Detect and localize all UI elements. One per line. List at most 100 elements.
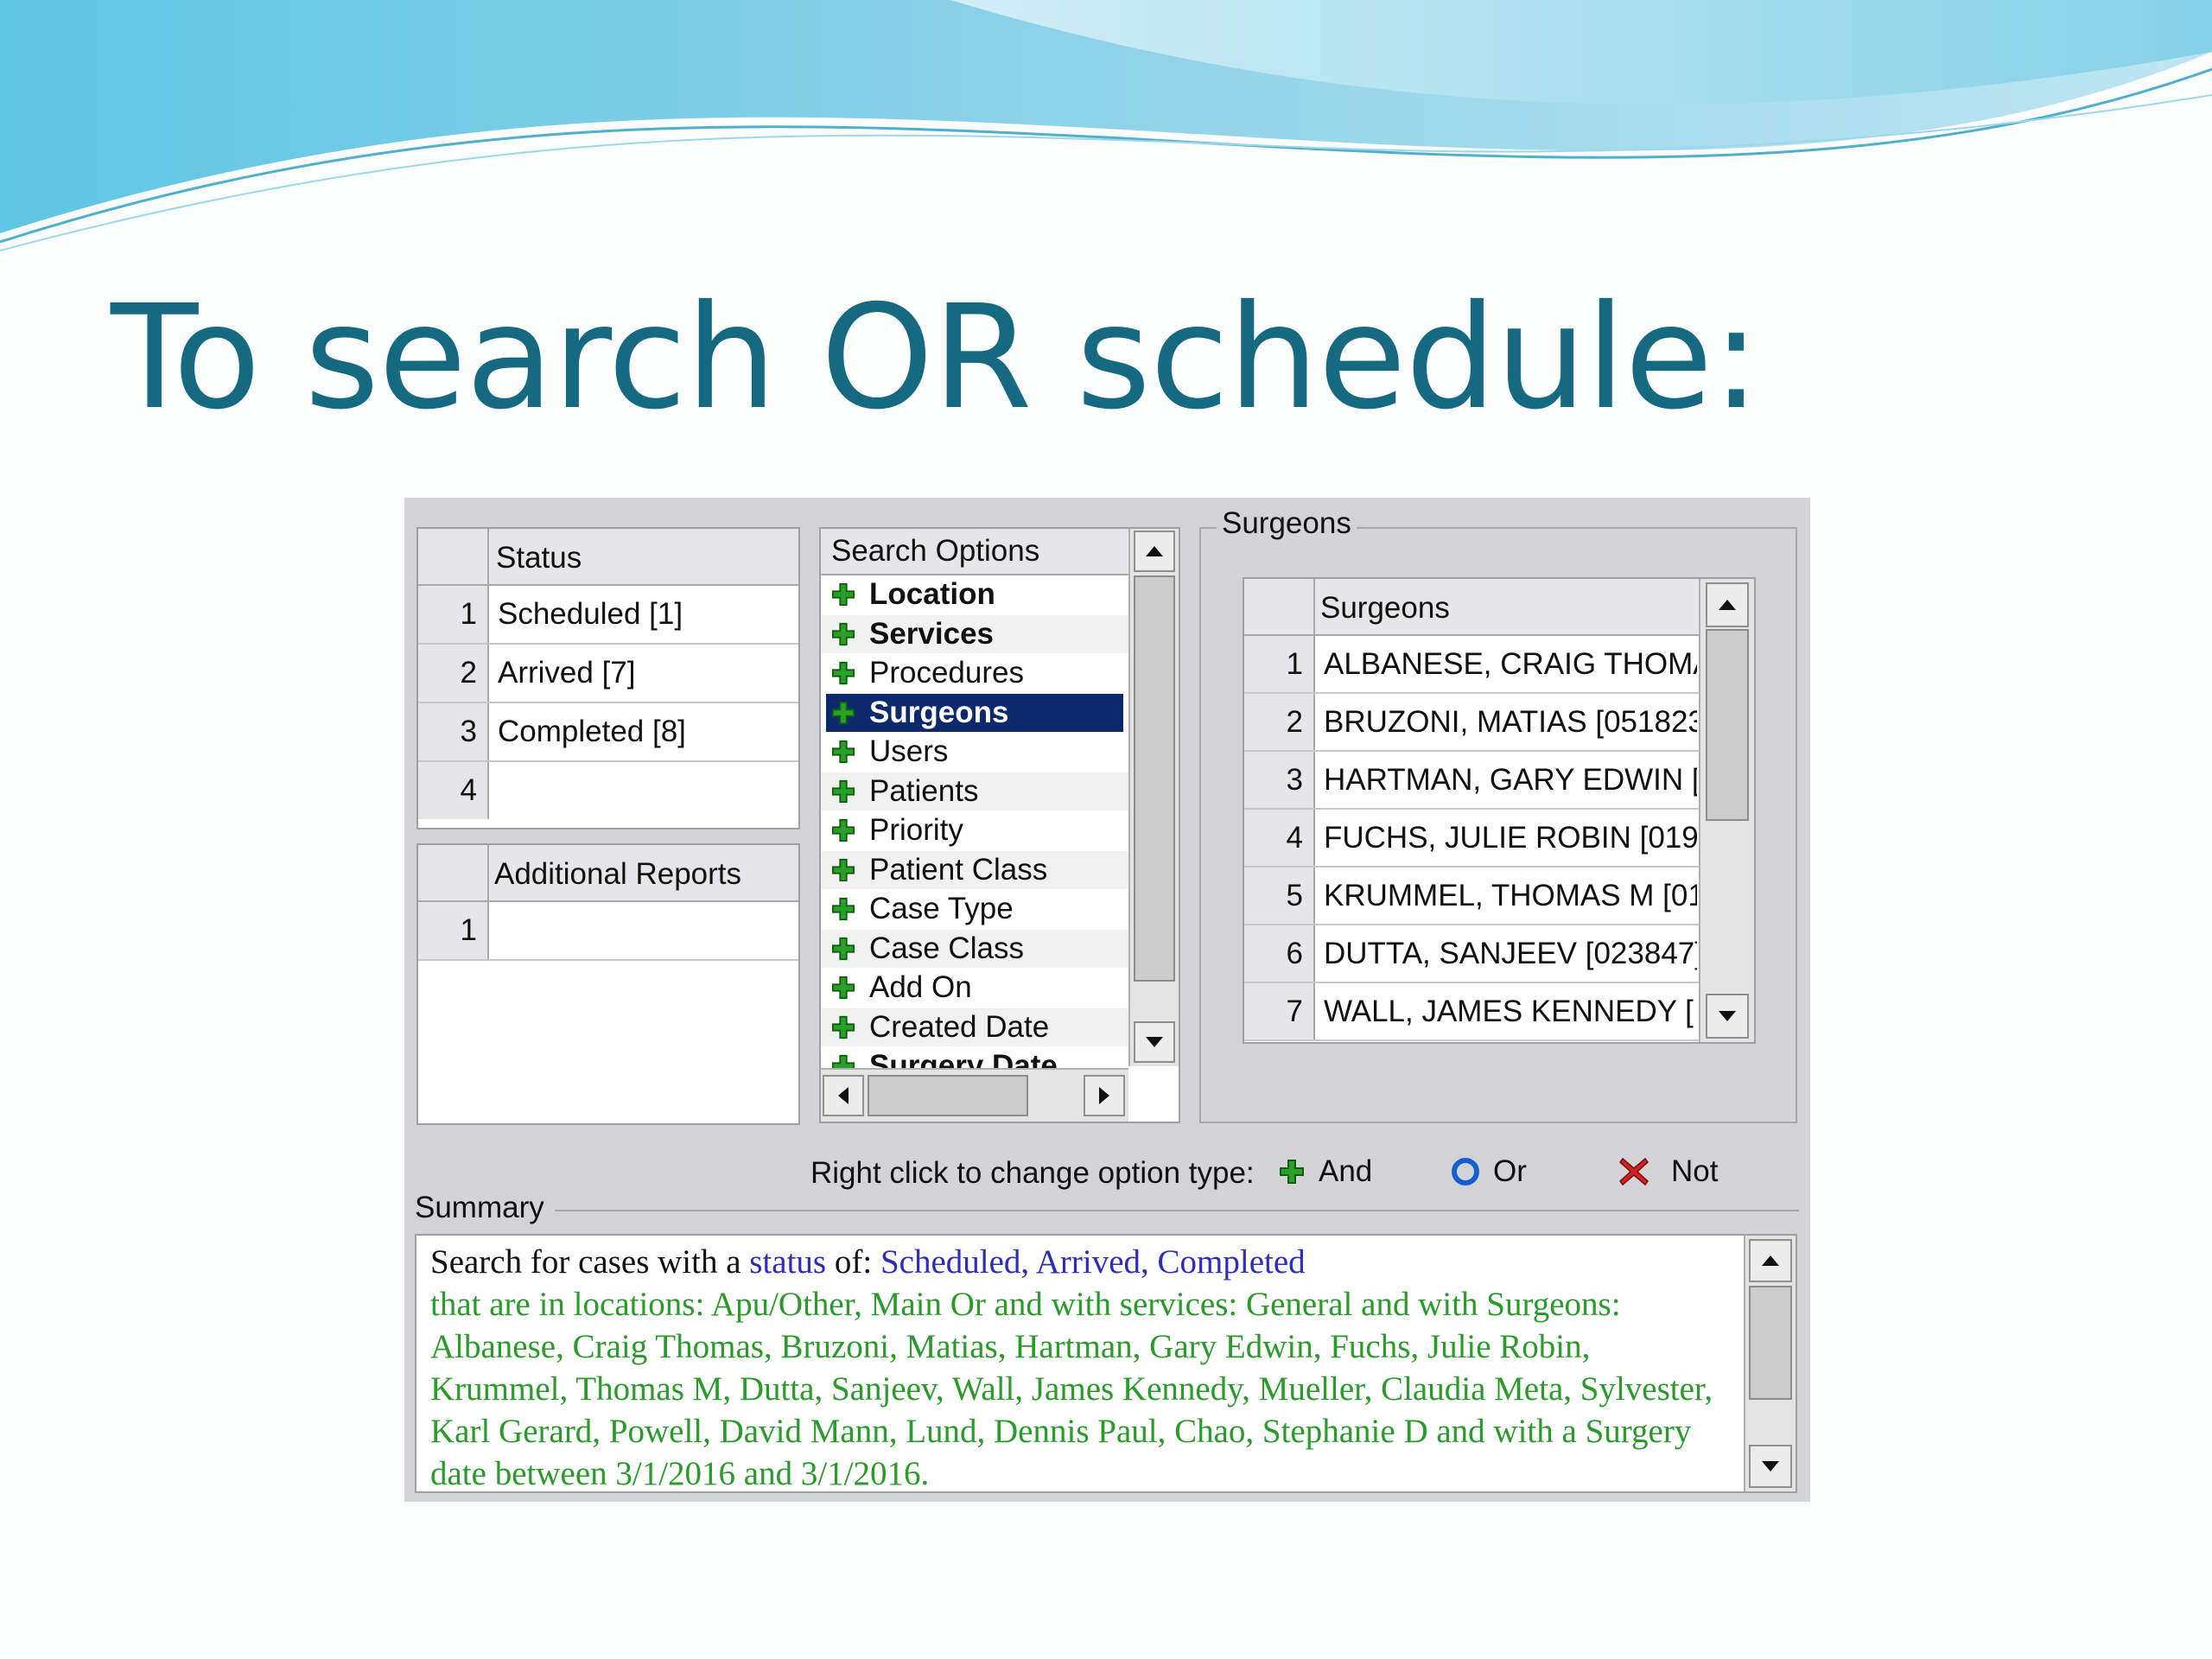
surgeons-group-title: Surgeons (1217, 506, 1357, 541)
search-option-services[interactable]: Services (821, 614, 1128, 653)
search-option-users[interactable]: Users (831, 733, 948, 771)
surgeon-row-name[interactable]: FUCHS, JULIE ROBIN [0198 (1324, 810, 1697, 866)
search-option-location[interactable]: Location (831, 575, 995, 613)
surgeon-row-name[interactable]: WALL, JAMES KENNEDY [ (1324, 983, 1697, 1039)
plus-icon (831, 976, 855, 1000)
summary-status-word: status (749, 1243, 827, 1281)
status-corner-cell (418, 529, 489, 584)
summary-scroll-thumb[interactable] (1749, 1286, 1792, 1400)
summary-intro: Search for cases with a (430, 1243, 750, 1281)
plus-icon (831, 701, 855, 724)
status-row-num: 1 (418, 586, 489, 643)
arrow-up-icon[interactable] (1749, 1239, 1792, 1282)
and-label: And (1319, 1154, 1373, 1188)
status-row-num: 3 (418, 703, 489, 760)
summary-body: that are in locations: Apu/Other, Main O… (430, 1286, 1713, 1492)
status-row-scheduled[interactable]: Scheduled [1] (498, 586, 683, 643)
surgeon-row-num: 3 (1244, 752, 1315, 808)
surgeons-scroll-thumb[interactable] (1706, 629, 1749, 821)
status-header[interactable]: Status (496, 541, 582, 575)
summary-text: Search for cases with a status of: Sched… (430, 1241, 1726, 1492)
search-option-label: Services (869, 616, 995, 651)
search-option-label: Location (869, 577, 995, 611)
surgeon-row-name[interactable]: KRUMMEL, THOMAS M [01 (1324, 868, 1697, 924)
summary-divider (555, 1210, 1799, 1211)
search-option-patients[interactable]: Patients (821, 772, 1128, 810)
search-option-created-date[interactable]: Created Date (821, 1007, 1128, 1046)
additional-reports-header[interactable]: Additional Reports (494, 857, 741, 892)
status-row-completed[interactable]: Completed [8] (498, 703, 686, 760)
plus-icon (831, 740, 855, 764)
search-option-surgeons[interactable]: Surgeons (826, 693, 1123, 732)
plus-icon (831, 622, 855, 645)
search-option-label: Priority (869, 813, 963, 847)
plus-icon (831, 661, 855, 685)
options-scroll-thumb[interactable] (1134, 575, 1175, 982)
surgeon-row-name[interactable]: BRUZONI, MATIAS [051823] (1324, 694, 1697, 750)
arrow-down-icon[interactable] (1749, 1445, 1792, 1488)
summary-box: Search for cases with a status of: Sched… (415, 1234, 1797, 1493)
search-option-label: Procedures (869, 656, 1024, 690)
decorative-banner (0, 0, 2212, 259)
search-option-patient-class[interactable]: Patient Class (821, 850, 1128, 889)
plus-icon (831, 818, 855, 842)
surgeons-vertical-scrollbar[interactable] (1699, 579, 1754, 1042)
search-options-header: Search Options (831, 534, 1040, 568)
summary-status-values: Scheduled, Arrived, Completed (880, 1243, 1306, 1281)
search-option-add-on[interactable]: Add On (831, 969, 972, 1007)
summary-label: Summary (415, 1191, 544, 1224)
summary-vertical-scrollbar[interactable] (1744, 1236, 1796, 1491)
plus-icon (831, 779, 855, 803)
plus-icon (831, 1015, 855, 1039)
search-option-label: Users (869, 734, 949, 768)
surgeon-row-num: 6 (1244, 925, 1315, 982)
options-horizontal-scrollbar[interactable] (821, 1068, 1128, 1122)
status-grid: Status 1 Scheduled [1] 2 Arrived [7] 3 C… (416, 527, 800, 830)
search-option-procedures[interactable]: Procedures (831, 654, 1024, 692)
surgeon-row-name[interactable]: DUTTA, SANJEEV [023847] (1324, 925, 1697, 982)
search-option-case-class[interactable]: Case Class (821, 929, 1128, 968)
surgeon-row-name[interactable]: HARTMAN, GARY EDWIN [ (1324, 752, 1697, 808)
search-option-label: Add On (869, 970, 972, 1004)
grid-line (1244, 1039, 1699, 1041)
arrow-up-icon[interactable] (1706, 582, 1749, 627)
arrow-down-icon[interactable] (1706, 994, 1749, 1039)
status-row-num: 4 (418, 762, 489, 819)
search-options-list: Search Options Location Services Procedure… (819, 527, 1180, 1123)
options-vertical-scrollbar[interactable] (1128, 529, 1179, 1066)
or-option[interactable]: Or (1450, 1154, 1527, 1189)
and-option[interactable]: And (1279, 1154, 1372, 1189)
status-row-num: 2 (418, 645, 489, 702)
summary-of: of: (826, 1243, 880, 1281)
surgeon-row-name[interactable]: ALBANESE, CRAIG THOMA (1324, 636, 1697, 692)
status-row-arrived[interactable]: Arrived [7] (498, 645, 636, 702)
surgeon-row-num: 1 (1244, 636, 1315, 692)
surgeon-row-num: 2 (1244, 694, 1315, 750)
reports-corner-cell (418, 845, 489, 900)
arrow-down-icon[interactable] (1134, 1021, 1175, 1063)
not-label: Not (1671, 1154, 1719, 1188)
reports-row-num: 1 (418, 902, 489, 959)
search-option-label: Surgeons (869, 695, 1009, 729)
plus-icon (1280, 1160, 1304, 1184)
additional-reports-grid: Additional Reports 1 (416, 843, 800, 1125)
arrow-up-icon[interactable] (1134, 531, 1175, 572)
surgeons-corner-cell (1244, 579, 1315, 634)
option-type-prompt: Right click to change option type: (810, 1156, 1255, 1190)
slide-title: To search OR schedule: (111, 275, 1760, 442)
plus-icon (831, 937, 855, 960)
not-option[interactable]: Not (1618, 1154, 1718, 1189)
arrow-left-icon[interactable] (823, 1075, 864, 1116)
arrow-right-icon[interactable] (1084, 1075, 1125, 1116)
search-option-priority[interactable]: Priority (831, 811, 963, 849)
surgeons-header[interactable]: Surgeons (1320, 591, 1450, 626)
circle-icon (1452, 1158, 1479, 1185)
surgeon-row-num: 5 (1244, 868, 1315, 924)
x-icon (1618, 1157, 1649, 1186)
options-hscroll-thumb[interactable] (868, 1075, 1028, 1116)
search-option-case-type[interactable]: Case Type (831, 890, 1014, 928)
plus-icon (831, 582, 855, 607)
search-option-label: Patient Class (869, 852, 1048, 887)
plus-icon (831, 897, 855, 921)
surgeon-row-num: 4 (1244, 810, 1315, 866)
